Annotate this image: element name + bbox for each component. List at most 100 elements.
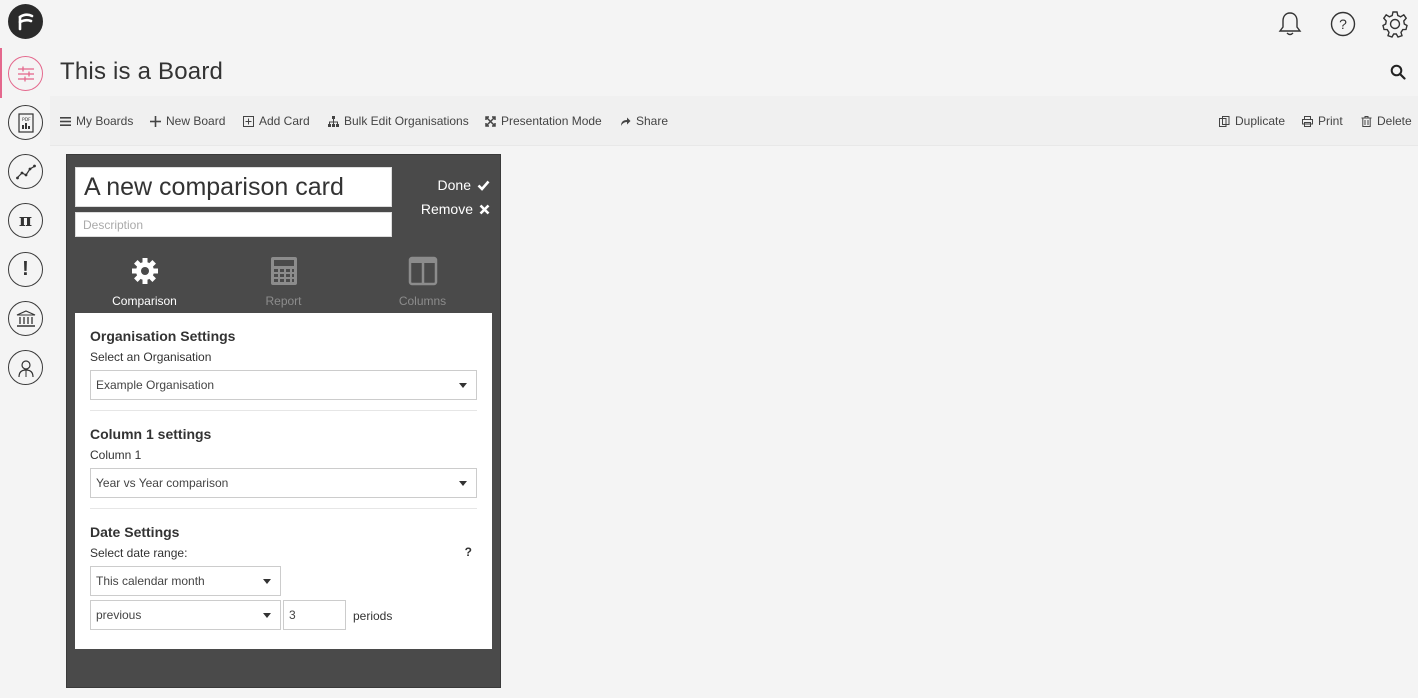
new-board-button[interactable]: New Board <box>150 114 225 128</box>
column-select-label: Column 1 <box>90 448 142 462</box>
sidebar-item-alerts[interactable]: ! <box>8 252 43 287</box>
date-range-label: Select date range: <box>90 546 188 560</box>
caret-down-icon <box>263 613 271 618</box>
card-editor: A new comparison card Description Done R… <box>66 154 501 688</box>
print-button[interactable]: Print <box>1302 114 1343 128</box>
sidebar-item-users[interactable] <box>8 350 43 385</box>
calculator-icon <box>270 257 297 285</box>
card-title-input[interactable]: A new comparison card <box>75 167 392 207</box>
new-board-label: New Board <box>166 114 226 128</box>
sidebar-active-indicator <box>0 48 2 98</box>
user-icon <box>17 359 34 377</box>
pi-icon: π <box>18 210 33 231</box>
section-divider <box>90 508 477 509</box>
duplicate-label: Duplicate <box>1235 114 1286 128</box>
board-toolbar: My Boards New Board Add Card Bulk Edit O… <box>50 96 1418 146</box>
print-label: Print <box>1318 114 1343 128</box>
line-chart-icon <box>15 164 36 179</box>
copy-icon <box>1219 115 1230 127</box>
sitemap-icon <box>328 115 339 127</box>
presentation-mode-label: Presentation Mode <box>501 114 602 128</box>
period-mode-select[interactable]: previous <box>90 600 281 630</box>
trash-icon <box>1361 115 1372 127</box>
gear-icon <box>1382 11 1408 38</box>
delete-label: Delete <box>1377 114 1412 128</box>
tab-report[interactable]: Report <box>214 255 353 308</box>
settings-button[interactable] <box>1381 10 1409 38</box>
delete-button[interactable]: Delete <box>1361 114 1412 128</box>
sidebar-item-boards[interactable] <box>8 56 43 91</box>
organisation-select-value: Example Organisation <box>96 378 215 392</box>
bank-icon <box>16 309 35 327</box>
notifications-button[interactable] <box>1276 10 1304 38</box>
column-settings-title: Column 1 settings <box>90 426 212 442</box>
share-button[interactable]: Share <box>620 114 668 128</box>
checkmark-icon <box>477 180 490 191</box>
svg-text:PDF: PDF <box>22 117 31 123</box>
section-divider <box>90 410 477 411</box>
org-select-label: Select an Organisation <box>90 350 212 364</box>
tab-columns[interactable]: Columns <box>353 255 492 308</box>
date-range-select-value: This calendar month <box>96 574 205 588</box>
caret-down-icon <box>459 481 467 486</box>
plus-square-icon <box>243 115 254 127</box>
tab-comparison-label: Comparison <box>112 294 177 308</box>
share-icon <box>621 117 631 126</box>
top-bar: ? This is a Board <box>50 0 1418 96</box>
periods-label: periods <box>353 609 393 623</box>
done-label: Done <box>437 177 471 193</box>
period-mode-select-value: previous <box>96 608 142 622</box>
search-icon <box>1390 64 1406 80</box>
sidebar-item-charts[interactable] <box>8 154 43 189</box>
share-label: Share <box>636 114 669 128</box>
list-icon <box>60 116 71 126</box>
caret-down-icon <box>263 579 271 584</box>
add-card-button[interactable]: Add Card <box>243 114 310 128</box>
svg-text:?: ? <box>1339 16 1347 32</box>
page-title: This is a Board <box>60 58 224 85</box>
expand-icon <box>485 115 496 127</box>
date-settings-title: Date Settings <box>90 524 180 540</box>
columns-icon <box>408 256 437 286</box>
tab-report-label: Report <box>265 294 302 308</box>
bulk-edit-label: Bulk Edit Organisations <box>344 114 469 128</box>
bell-icon <box>1278 12 1302 36</box>
sidebar: PDF π ! <box>0 0 50 698</box>
my-boards-label: My Boards <box>76 114 134 128</box>
pdf-report-icon: PDF <box>17 112 34 133</box>
tab-columns-label: Columns <box>398 294 447 308</box>
sidebar-item-reports[interactable]: PDF <box>8 105 43 140</box>
tab-comparison[interactable]: Comparison <box>75 255 214 308</box>
periods-input[interactable]: 3 <box>283 600 346 630</box>
print-icon <box>1302 115 1313 127</box>
sidebar-item-formulas[interactable]: π <box>8 203 43 238</box>
gear-icon <box>131 258 158 284</box>
search-button[interactable] <box>1390 64 1406 80</box>
logo-icon <box>18 12 33 30</box>
plus-icon <box>150 115 161 127</box>
column-1-select-value: Year vs Year comparison <box>96 476 229 490</box>
duplicate-button[interactable]: Duplicate <box>1219 114 1285 128</box>
add-card-label: Add Card <box>259 114 310 128</box>
card-tabs: Comparison Report Columns <box>75 255 492 313</box>
app-logo[interactable] <box>8 4 43 39</box>
close-icon <box>479 204 490 214</box>
help-button[interactable]: ? <box>1329 10 1357 38</box>
remove-label: Remove <box>420 201 473 217</box>
column-1-select[interactable]: Year vs Year comparison <box>90 468 477 498</box>
sidebar-item-bank[interactable] <box>8 301 43 336</box>
bulk-edit-button[interactable]: Bulk Edit Organisations <box>328 114 469 128</box>
card-description-input[interactable]: Description <box>75 212 392 237</box>
remove-button[interactable]: Remove <box>421 201 490 217</box>
done-button[interactable]: Done <box>438 177 490 193</box>
my-boards-button[interactable]: My Boards <box>60 114 133 128</box>
presentation-mode-button[interactable]: Presentation Mode <box>485 114 602 128</box>
sliders-icon <box>17 66 34 81</box>
organisation-select[interactable]: Example Organisation <box>90 370 477 400</box>
org-settings-title: Organisation Settings <box>90 328 236 344</box>
help-icon: ? <box>1330 11 1356 37</box>
date-help-icon[interactable]: ? <box>465 545 472 559</box>
caret-down-icon <box>459 383 467 388</box>
date-range-select[interactable]: This calendar month <box>90 566 281 596</box>
comparison-settings-panel: Organisation Settings Select an Organisa… <box>75 313 492 649</box>
